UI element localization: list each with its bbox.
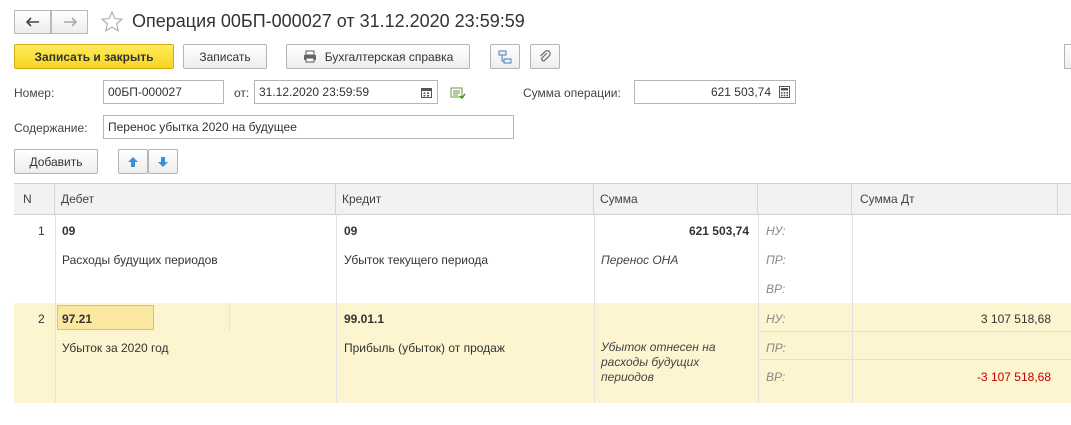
debit-account-name: Убыток за 2020 год [62, 341, 169, 355]
hierarchy-icon [498, 50, 512, 63]
entry-sum[interactable]: 621 503,74 [689, 224, 749, 238]
table-row[interactable]: 2 97.21 Убыток за 2020 год 99.01.1 Прибы… [14, 303, 1071, 403]
debit-account[interactable]: 97.21 [62, 312, 92, 326]
back-button[interactable] [14, 10, 51, 34]
date-label: от: [234, 86, 250, 100]
number-input[interactable]: 00БП-000027 [103, 80, 224, 104]
save-button[interactable]: Записать [183, 44, 267, 69]
row-number: 2 [38, 312, 45, 326]
forward-button[interactable] [51, 10, 88, 34]
more-menu-button[interactable] [1064, 44, 1071, 69]
date-input[interactable]: 31.12.2020 23:59:59 [254, 80, 438, 104]
column-header-accounting-type[interactable] [758, 184, 852, 214]
sum-dt-nu[interactable]: 3 107 518,68 [981, 312, 1051, 326]
credit-account[interactable]: 09 [344, 224, 357, 238]
credit-account-name: Убыток текущего периода [344, 253, 489, 267]
operation-sum-label: Сумма операции: [523, 86, 621, 100]
pr-label: ПР: [766, 253, 786, 267]
date-value: 31.12.2020 23:59:59 [259, 85, 370, 99]
entries-table: N Дебет Кредит Сумма Сумма Дт 1 09 Расхо… [14, 183, 1071, 403]
structure-button[interactable] [490, 44, 520, 69]
credit-account[interactable]: 99.01.1 [344, 312, 384, 326]
attach-file-button[interactable] [530, 44, 560, 69]
printer-icon [303, 50, 316, 63]
column-header-sum[interactable]: Сумма [594, 184, 758, 214]
column-header-credit[interactable]: Кредит [336, 184, 594, 214]
move-up-button[interactable] [118, 149, 148, 174]
sum-dt-vr[interactable]: -3 107 518,68 [977, 370, 1051, 384]
entry-comment-line-3[interactable]: периодов [601, 370, 654, 384]
content-input[interactable]: Перенос убытка 2020 на будущее [103, 115, 514, 139]
add-row-button[interactable]: Добавить [14, 149, 98, 174]
pr-label: ПР: [766, 341, 786, 355]
operation-sum-input[interactable]: 621 503,74 [634, 80, 796, 104]
register-movements-icon[interactable] [450, 86, 466, 100]
operation-sum-value: 621 503,74 [710, 85, 771, 99]
favorite-star-icon[interactable] [100, 10, 124, 34]
move-down-button[interactable] [148, 149, 178, 174]
table-header: N Дебет Кредит Сумма Сумма Дт [14, 184, 1071, 215]
column-header-sum-dt[interactable]: Сумма Дт [852, 184, 1058, 214]
save-and-close-button[interactable]: Записать и закрыть [14, 44, 174, 69]
arrow-up-icon [128, 156, 138, 167]
number-label: Номер: [14, 86, 55, 100]
entry-comment-line-1[interactable]: Убыток отнесен на [601, 340, 716, 354]
vr-label: ВР: [766, 282, 786, 296]
arrow-left-icon [25, 17, 39, 27]
debit-account[interactable]: 09 [62, 224, 75, 238]
vr-label: ВР: [766, 370, 786, 384]
table-row[interactable]: 1 09 Расходы будущих периодов 09 Убыток … [14, 215, 1071, 303]
column-header-debit[interactable]: Дебет [55, 184, 336, 214]
calendar-icon[interactable] [417, 83, 435, 101]
content-label: Содержание: [14, 121, 88, 135]
entry-comment[interactable]: Перенос ОНА [601, 253, 678, 267]
page-title: Операция 00БП-000027 от 31.12.2020 23:59… [132, 11, 525, 31]
accounting-report-button[interactable]: Бухгалтерская справка [286, 44, 470, 69]
row-number: 1 [38, 224, 45, 238]
column-header-n[interactable]: N [14, 184, 55, 214]
nu-label: НУ: [766, 312, 786, 326]
column-header-next[interactable] [1058, 184, 1071, 214]
paperclip-icon [540, 49, 551, 61]
arrow-down-icon [158, 156, 168, 167]
accounting-report-label: Бухгалтерская справка [324, 49, 454, 64]
calculator-icon[interactable] [775, 83, 793, 101]
entry-comment-line-2[interactable]: расходы будущих [601, 355, 699, 369]
arrow-right-icon [63, 17, 77, 27]
credit-account-name: Прибыль (убыток) от продаж [344, 341, 505, 355]
nu-label: НУ: [766, 224, 786, 238]
debit-account-name: Расходы будущих периодов [62, 253, 218, 267]
